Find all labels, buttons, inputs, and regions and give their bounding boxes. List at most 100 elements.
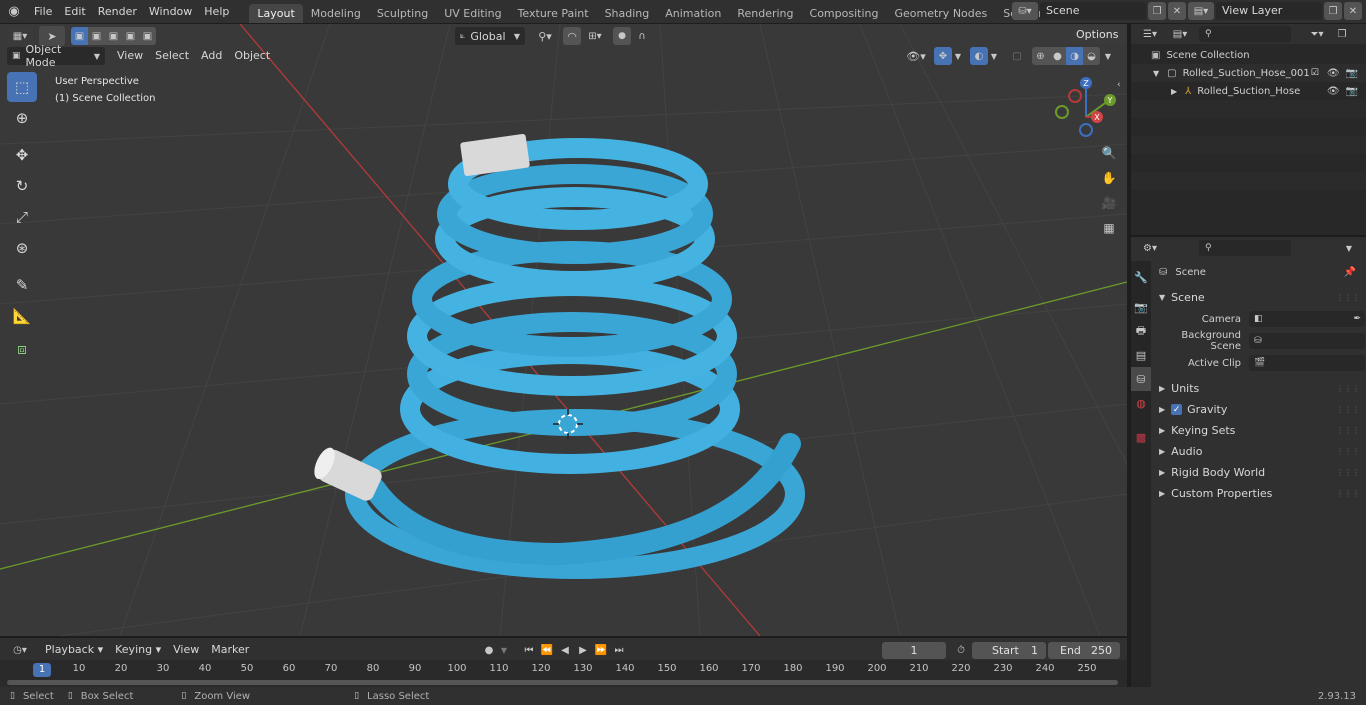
background-scene-field[interactable]: ⛁ bbox=[1249, 333, 1365, 349]
timeline-menu-keying[interactable]: Keying ▾ bbox=[109, 640, 167, 660]
menu-edit[interactable]: Edit bbox=[58, 2, 91, 22]
tab-uv-editing[interactable]: UV Editing bbox=[436, 4, 509, 23]
active-clip-field[interactable]: 🎬 bbox=[1249, 355, 1365, 371]
move-tool-icon[interactable]: ✥ bbox=[7, 140, 37, 170]
editor-type-icon[interactable]: ◷▾ bbox=[7, 641, 33, 659]
scene-name-field[interactable]: Scene bbox=[1040, 2, 1146, 20]
jump-start-icon[interactable]: ⏮ bbox=[520, 641, 538, 659]
scene-panel-header[interactable]: ▼ Scene ⋮⋮⋮ bbox=[1153, 287, 1366, 308]
timeline-ruler[interactable]: 1 10 20 30 40 50 60 70 80 90 100 110 120 130 140 150 16… bbox=[0, 660, 1127, 687]
editor-type-icon[interactable]: ⚙▾ bbox=[1137, 239, 1163, 257]
camera-icon[interactable]: 📷 bbox=[1346, 68, 1358, 79]
tab-layout[interactable]: Layout bbox=[249, 4, 303, 23]
new-collection-icon[interactable]: ❐ bbox=[1333, 25, 1351, 43]
gravity-panel[interactable]: ▶ ✓ Gravity ⋮⋮⋮ bbox=[1153, 399, 1366, 420]
eye-icon[interactable]: 👁 bbox=[1327, 68, 1340, 79]
delete-view-layer-icon[interactable]: ✕ bbox=[1344, 2, 1362, 20]
editor-type-icon[interactable]: ☰▾ bbox=[1137, 25, 1163, 43]
pan-hand-icon[interactable]: ✋ bbox=[1097, 166, 1121, 190]
annotate-tool-icon[interactable]: ✎ bbox=[7, 270, 37, 300]
drag-handle-icon[interactable]: ⋮⋮⋮ bbox=[1336, 489, 1360, 498]
menu-help[interactable]: Help bbox=[198, 2, 235, 22]
viewport-menu-select[interactable]: Select bbox=[149, 46, 195, 66]
tab-compositing[interactable]: Compositing bbox=[802, 4, 887, 23]
tab-modeling[interactable]: Modeling bbox=[303, 4, 369, 23]
chevron-down-icon[interactable]: ▼ bbox=[1102, 47, 1114, 65]
rotate-tool-icon[interactable]: ↻ bbox=[7, 171, 37, 201]
solid-shading-icon[interactable]: ● bbox=[1049, 47, 1066, 65]
new-view-layer-icon[interactable]: ❐ bbox=[1324, 2, 1342, 20]
select-subtract-icon[interactable]: ▣ bbox=[105, 27, 122, 45]
texture-tab-icon[interactable]: ▩ bbox=[1131, 425, 1151, 449]
keying-sets-panel[interactable]: ▶ Keying Sets ⋮⋮⋮ bbox=[1153, 420, 1366, 441]
start-frame-field[interactable]: Start 1 bbox=[972, 641, 1046, 659]
snap-target-icon[interactable]: ⊞▾ bbox=[583, 27, 607, 45]
material-shading-icon[interactable]: ◑ bbox=[1066, 47, 1083, 65]
view-layer-field[interactable]: View Layer bbox=[1216, 2, 1322, 20]
display-mode-icon[interactable]: ▤▾ bbox=[1167, 25, 1193, 43]
end-frame-field[interactable]: End 250 bbox=[1048, 641, 1120, 659]
overlays-toggle-icon[interactable]: ◐ bbox=[970, 47, 988, 65]
tab-texture-paint[interactable]: Texture Paint bbox=[510, 4, 597, 23]
gizmo-toggle-icon[interactable]: ✥ bbox=[934, 47, 952, 65]
xray-toggle-icon[interactable]: ▢ bbox=[1008, 47, 1026, 65]
world-tab-icon[interactable]: ◍ bbox=[1131, 391, 1151, 415]
tab-sculpting[interactable]: Sculpting bbox=[369, 4, 436, 23]
drag-handle-icon[interactable]: ⋮⋮⋮ bbox=[1336, 426, 1360, 435]
falloff-icon[interactable]: ∩ bbox=[633, 27, 651, 45]
chevron-down-icon[interactable]: ▼ bbox=[498, 641, 510, 659]
tab-animation[interactable]: Animation bbox=[657, 4, 729, 23]
render-tab-icon[interactable]: 📷 bbox=[1131, 295, 1151, 319]
audio-panel[interactable]: ▶ Audio ⋮⋮⋮ bbox=[1153, 441, 1366, 462]
prev-keyframe-icon[interactable]: ⏪ bbox=[538, 641, 556, 659]
eyedropper-icon[interactable]: ✒ bbox=[1353, 314, 1361, 324]
filter-icon[interactable]: ⏷▾ bbox=[1303, 25, 1331, 43]
tab-geometry-nodes[interactable]: Geometry Nodes bbox=[886, 4, 995, 23]
timeline-scrollbar[interactable] bbox=[7, 680, 1118, 685]
menu-file[interactable]: File bbox=[28, 2, 58, 22]
tool-tab-icon[interactable]: 🔧 bbox=[1131, 265, 1151, 289]
outliner-item-hose-001[interactable]: ▼ ▢ Rolled_Suction_Hose_001 ☑ 👁 📷 bbox=[1131, 64, 1366, 82]
view-layer-icon[interactable]: ▤▾ bbox=[1188, 2, 1214, 20]
jump-end-icon[interactable]: ⏭ bbox=[610, 641, 628, 659]
drag-handle-icon[interactable]: ⋮⋮⋮ bbox=[1336, 293, 1360, 302]
outliner-search-input[interactable]: ⚲ bbox=[1199, 26, 1291, 42]
select-box-tool-icon[interactable]: ⬚ bbox=[7, 72, 37, 102]
viewport-menu-view[interactable]: View bbox=[111, 46, 149, 66]
new-scene-icon[interactable]: ❐ bbox=[1148, 2, 1166, 20]
3d-viewport[interactable]: Z Y X ▦▾ ➤ ▣ ▣ ▣ ▣ ▣ ⟀ Global ▼ ⚲▾ ◠ ⊞▾ … bbox=[0, 24, 1127, 636]
tab-shading[interactable]: Shading bbox=[597, 4, 658, 23]
output-tab-icon[interactable]: 🖶 bbox=[1131, 319, 1151, 343]
gravity-checkbox[interactable]: ✓ bbox=[1171, 404, 1183, 415]
select-intersect-icon[interactable]: ▣ bbox=[139, 27, 156, 45]
outliner-item-hose[interactable]: ▶ ⅄ Rolled_Suction_Hose 👁 📷 bbox=[1131, 82, 1366, 100]
drag-handle-icon[interactable]: ⋮⋮⋮ bbox=[1336, 468, 1360, 477]
pivot-point-icon[interactable]: ⚲▾ bbox=[531, 27, 559, 45]
object-mode-dropdown[interactable]: ▣ Object Mode ▼ bbox=[7, 43, 105, 69]
units-panel[interactable]: ▶ Units ⋮⋮⋮ bbox=[1153, 378, 1366, 399]
cursor-tool-icon[interactable]: ⊕ bbox=[7, 103, 37, 133]
scene-tab-icon[interactable]: ⛁ bbox=[1131, 367, 1151, 391]
pin-icon[interactable]: 📌 bbox=[1344, 267, 1356, 278]
chevron-down-icon[interactable]: ▼ bbox=[952, 47, 964, 65]
expand-down-icon[interactable]: ▼ bbox=[1153, 69, 1159, 78]
viewport-menu-object[interactable]: Object bbox=[228, 46, 276, 66]
chevron-down-icon[interactable]: ▼ bbox=[1340, 239, 1358, 257]
drag-handle-icon[interactable]: ⋮⋮⋮ bbox=[1336, 405, 1360, 414]
current-frame-field[interactable]: 1 bbox=[882, 641, 946, 659]
options-dropdown[interactable]: Options ▾ bbox=[1070, 26, 1127, 59]
play-reverse-icon[interactable]: ◀ bbox=[556, 641, 574, 659]
custom-properties-panel[interactable]: ▶ Custom Properties ⋮⋮⋮ bbox=[1153, 483, 1366, 504]
menu-render[interactable]: Render bbox=[92, 2, 143, 22]
proportional-edit-icon[interactable]: ● bbox=[613, 27, 631, 45]
scale-tool-icon[interactable]: ⤢ bbox=[7, 202, 37, 232]
camera-field[interactable]: ◧ ✒ bbox=[1249, 311, 1365, 327]
wireframe-shading-icon[interactable]: ⊕ bbox=[1032, 47, 1049, 65]
viewport-scene[interactable]: Z Y X bbox=[0, 24, 1127, 636]
timeline-menu-playback[interactable]: Playback ▾ bbox=[39, 640, 109, 660]
select-invert-icon[interactable]: ▣ bbox=[122, 27, 139, 45]
view-layer-tab-icon[interactable]: ▤ bbox=[1131, 343, 1151, 367]
transform-orientation-dropdown[interactable]: ⟀ Global ▼ bbox=[455, 27, 525, 45]
timeline-menu-view[interactable]: View bbox=[167, 640, 205, 660]
record-icon[interactable]: ● bbox=[480, 641, 498, 659]
